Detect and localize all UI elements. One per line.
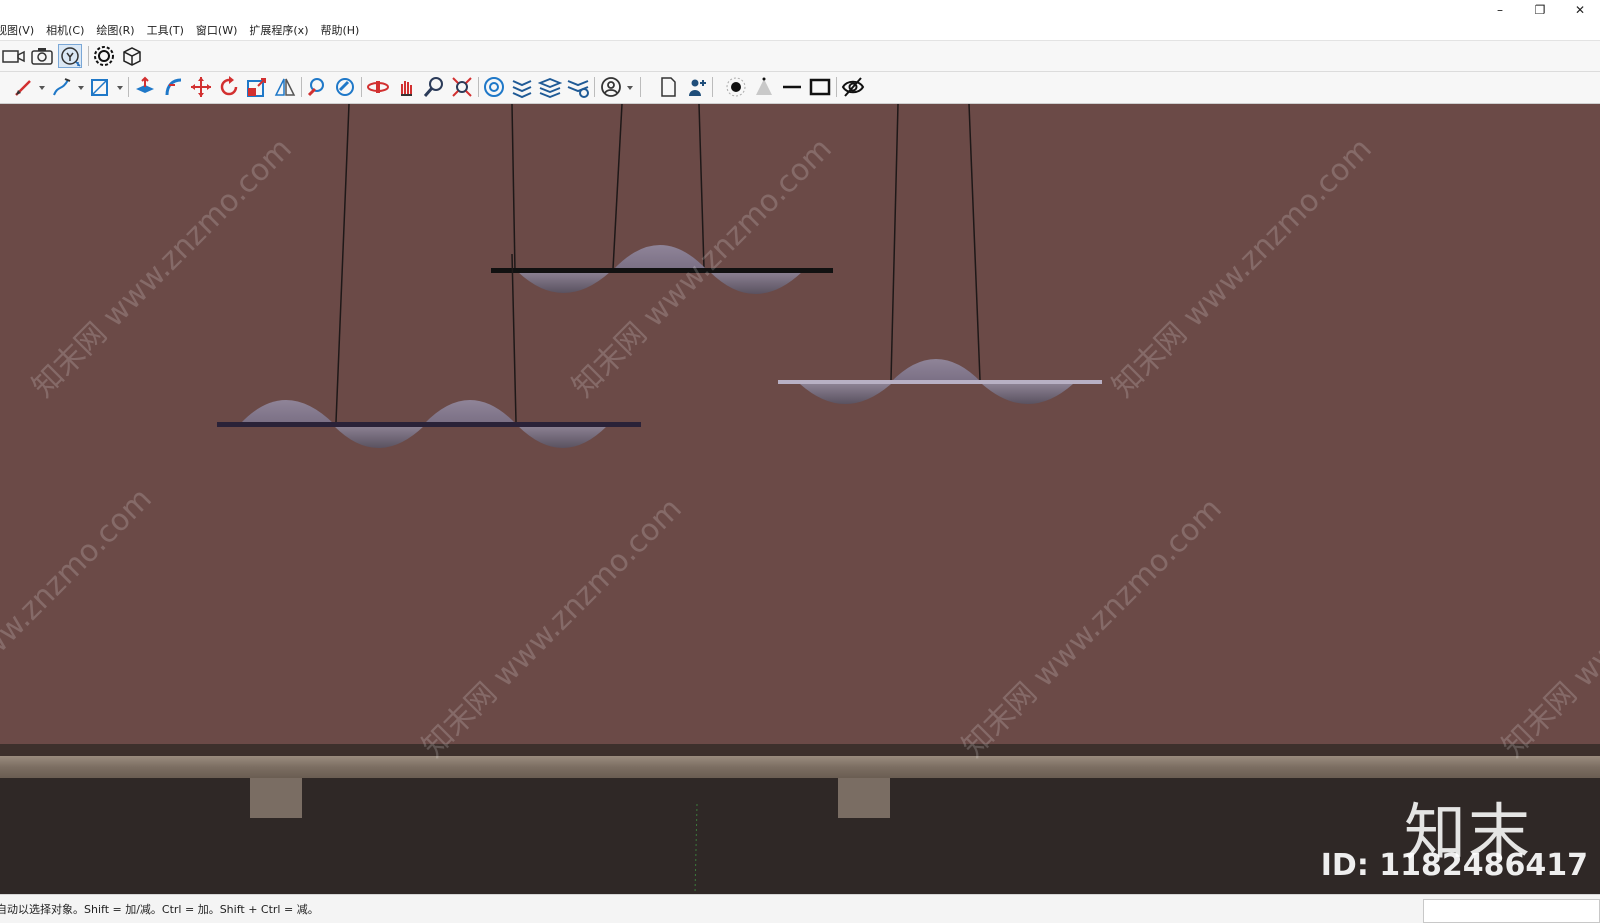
person-icon[interactable]	[684, 75, 708, 99]
scale-icon[interactable]	[245, 75, 269, 99]
menu-view[interactable]: 视图(V)	[0, 22, 40, 38]
status-hint: 自动以选择对象。Shift = 加/减。Ctrl = 加。Shift + Ctr…	[0, 903, 319, 916]
component-box-icon[interactable]	[120, 44, 144, 68]
drawing-toolbar	[0, 72, 1600, 104]
push-pull-icon[interactable]	[133, 75, 157, 99]
frame-icon[interactable]	[808, 75, 832, 99]
camera-toolbar	[0, 41, 1600, 72]
pen-dropdown-icon[interactable]	[78, 86, 84, 90]
freehand-pen-icon[interactable]	[50, 75, 74, 99]
menu-tools[interactable]: 工具(T)	[141, 22, 190, 38]
menu-window[interactable]: 窗口(W)	[190, 22, 243, 38]
menu-extensions[interactable]: 扩展程序(x)	[243, 22, 314, 38]
title-bar: – ❐ ✕	[0, 0, 1600, 20]
layers-settings-icon[interactable]	[566, 75, 590, 99]
eraser-icon[interactable]	[333, 75, 357, 99]
minimize-button[interactable]: –	[1480, 0, 1520, 20]
position-camera-icon[interactable]	[58, 44, 82, 68]
rectangle-icon[interactable]	[88, 75, 112, 99]
rotate-icon[interactable]	[217, 75, 241, 99]
restore-button[interactable]: ❐	[1520, 0, 1560, 20]
page-icon[interactable]	[656, 75, 680, 99]
floor-edge	[0, 744, 1600, 756]
bench-leg-right	[838, 778, 890, 818]
layers-icon[interactable]	[538, 75, 562, 99]
close-button[interactable]: ✕	[1560, 0, 1600, 20]
zoom-extents-icon[interactable]	[450, 75, 474, 99]
model-viewport[interactable]: 知末网 www.znzmo.com 知末网 www.znzmo.com 知末网 …	[0, 104, 1600, 894]
status-bar: 自动以选择对象。Shift = 加/减。Ctrl = 加。Shift + Ctr…	[0, 894, 1600, 923]
light-dot-icon[interactable]	[724, 75, 748, 99]
menu-camera[interactable]: 相机(C)	[40, 22, 90, 38]
user-dropdown-icon[interactable]	[627, 86, 633, 90]
bench-leg-left	[250, 778, 302, 818]
user-circle-icon[interactable]	[599, 75, 623, 99]
stack-icon[interactable]	[510, 75, 534, 99]
scene-drawing	[0, 104, 1600, 894]
pan-icon[interactable]	[394, 75, 418, 99]
line-icon[interactable]	[780, 75, 804, 99]
camera-photo-icon[interactable]	[30, 44, 54, 68]
measurements-input[interactable]	[1423, 899, 1600, 923]
wooden-bench-top	[0, 756, 1600, 778]
cone-icon[interactable]	[752, 75, 776, 99]
move-icon[interactable]	[189, 75, 213, 99]
orbit-icon[interactable]	[366, 75, 390, 99]
follow-me-icon[interactable]	[161, 75, 185, 99]
rectangle-dropdown-icon[interactable]	[117, 86, 123, 90]
menu-draw[interactable]: 绘图(R)	[90, 22, 140, 38]
pencil-icon[interactable]	[12, 75, 36, 99]
camera-video-icon[interactable]	[2, 44, 26, 68]
menu-bar: 视图(V) 相机(C) 绘图(R) 工具(T) 窗口(W) 扩展程序(x) 帮助…	[0, 20, 1600, 41]
paint-bucket-icon[interactable]	[305, 75, 329, 99]
model-id-label: ID: 1182486417	[1320, 848, 1588, 883]
hide-eye-icon[interactable]	[841, 75, 865, 99]
sandbox-icon[interactable]	[482, 75, 506, 99]
menu-help[interactable]: 帮助(H)	[314, 22, 365, 38]
zoom-icon[interactable]	[422, 75, 446, 99]
settings-gear-icon[interactable]	[92, 44, 116, 68]
pencil-dropdown-icon[interactable]	[39, 86, 45, 90]
flip-icon[interactable]	[273, 75, 297, 99]
